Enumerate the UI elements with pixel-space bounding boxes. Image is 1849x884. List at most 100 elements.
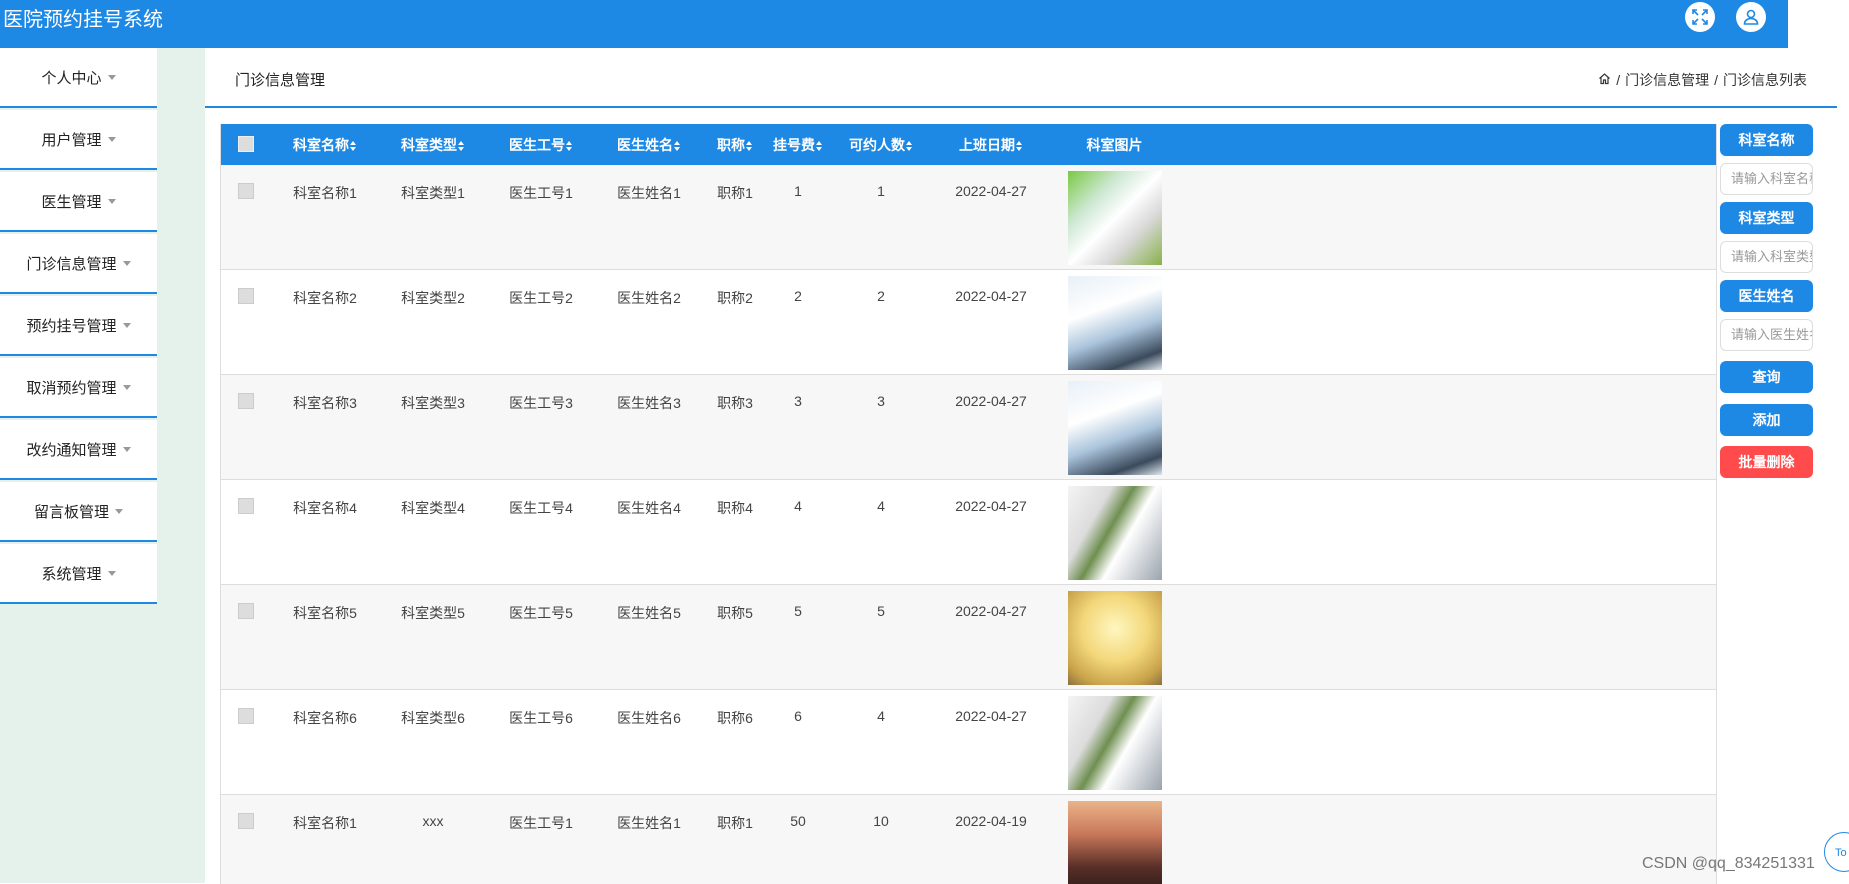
user-icon[interactable] [1736, 2, 1766, 32]
header-doctor-name[interactable]: 医生姓名 [595, 124, 703, 165]
cell-doctor-id: 医生工号4 [487, 480, 595, 585]
row-select-cell[interactable] [221, 270, 271, 375]
dept-name-input[interactable]: 请输入科室名称 [1720, 163, 1813, 195]
cell-spacer [1180, 690, 1716, 795]
cell-title: 职称6 [703, 690, 767, 795]
cell-fee: 50 [767, 795, 829, 884]
cell-dept-type: 科室类型4 [379, 480, 487, 585]
cell-dept-name: 科室名称6 [271, 690, 379, 795]
dept-image[interactable] [1068, 591, 1162, 685]
sort-icon[interactable] [350, 141, 357, 151]
row-checkbox[interactable] [238, 813, 254, 829]
cell-dept-type: 科室类型1 [379, 165, 487, 270]
row-checkbox[interactable] [238, 708, 254, 724]
row-checkbox[interactable] [238, 393, 254, 409]
row-checkbox[interactable] [238, 603, 254, 619]
sidebar-item-doctor-management[interactable]: 医生管理 [0, 172, 157, 232]
cell-work-date: 2022-04-27 [933, 690, 1049, 795]
cell-work-date: 2022-04-27 [933, 480, 1049, 585]
dept-image[interactable] [1068, 801, 1162, 884]
query-button[interactable]: 查询 [1720, 361, 1813, 393]
dept-image[interactable] [1068, 171, 1162, 265]
sidebar-item-cancel-appointment-management[interactable]: 取消预约管理 [0, 358, 157, 418]
cell-doctor-name: 医生姓名2 [595, 270, 703, 375]
cell-dept-name: 科室名称1 [271, 165, 379, 270]
sidebar-item-clinic-info-management[interactable]: 门诊信息管理 [0, 234, 157, 294]
batch-delete-button[interactable]: 批量删除 [1720, 446, 1813, 478]
row-select-cell[interactable] [221, 585, 271, 690]
caret-down-icon [108, 75, 116, 80]
row-select-cell[interactable] [221, 690, 271, 795]
cell-dept-name: 科室名称4 [271, 480, 379, 585]
header-label: 科室图片 [1087, 137, 1143, 153]
caret-down-icon [108, 571, 116, 576]
app-title: 医院预约挂号系统 [3, 8, 163, 32]
header-spacer [1180, 124, 1716, 165]
breadcrumb-separator: / [1616, 72, 1620, 88]
sort-icon[interactable] [1016, 141, 1023, 151]
sort-icon[interactable] [816, 141, 823, 151]
caret-down-icon [123, 447, 131, 452]
top-bar: 医院预约挂号系统 [0, 0, 1788, 48]
header-select-all[interactable] [221, 124, 271, 165]
cell-doctor-name: 医生姓名1 [595, 795, 703, 884]
header-work-date[interactable]: 上班日期 [933, 124, 1049, 165]
cell-doctor-id: 医生工号1 [487, 165, 595, 270]
cell-dept-name: 科室名称5 [271, 585, 379, 690]
cell-spacer [1180, 795, 1716, 884]
dept-image[interactable] [1068, 486, 1162, 580]
cell-doctor-id: 医生工号1 [487, 795, 595, 884]
fullscreen-icon[interactable] [1685, 2, 1715, 32]
sidebar-item-user-management[interactable]: 用户管理 [0, 110, 157, 170]
sort-icon[interactable] [566, 141, 573, 151]
row-select-cell[interactable] [221, 480, 271, 585]
sort-icon[interactable] [746, 141, 753, 151]
cell-dept-image [1049, 480, 1180, 585]
sort-icon[interactable] [674, 141, 681, 151]
add-button[interactable]: 添加 [1720, 404, 1813, 436]
row-checkbox[interactable] [238, 288, 254, 304]
cell-capacity: 4 [829, 480, 933, 585]
header-fee[interactable]: 挂号费 [767, 124, 829, 165]
dept-image[interactable] [1068, 276, 1162, 370]
caret-down-icon [123, 261, 131, 266]
header-dept-type[interactable]: 科室类型 [379, 124, 487, 165]
dept-type-input[interactable]: 请输入科室类型 [1720, 241, 1813, 273]
sidebar-item-system-management[interactable]: 系统管理 [0, 544, 157, 604]
breadcrumb-item-clinic-info-management[interactable]: 门诊信息管理 [1625, 70, 1709, 90]
row-select-cell[interactable] [221, 165, 271, 270]
home-icon[interactable] [1598, 72, 1611, 88]
cell-dept-image [1049, 270, 1180, 375]
sort-icon[interactable] [458, 141, 465, 151]
sidebar-item-reschedule-notice-management[interactable]: 改约通知管理 [0, 420, 157, 480]
header-title[interactable]: 职称 [703, 124, 767, 165]
row-checkbox[interactable] [238, 183, 254, 199]
table-row: 科室名称2科室类型2医生工号2医生姓名2职称2222022-04-27查看修改查… [221, 270, 1716, 375]
sidebar-item-message-board-management[interactable]: 留言板管理 [0, 482, 157, 542]
dept-image[interactable] [1068, 381, 1162, 475]
row-checkbox[interactable] [238, 498, 254, 514]
header-capacity[interactable]: 可约人数 [829, 124, 933, 165]
cell-doctor-id: 医生工号6 [487, 690, 595, 795]
table-header-row: 科室名称 科室类型 医生工号 医生姓名 职称 挂号费 可约人数 上班日期 科室图… [221, 124, 1716, 165]
sidebar-item-label: 预约挂号管理 [26, 315, 116, 336]
dept-image[interactable] [1068, 696, 1162, 790]
sidebar: 个人中心 用户管理 医生管理 门诊信息管理 预约挂号管理 取消预约管理 改约通知… [0, 48, 157, 606]
sidebar-item-label: 系统管理 [41, 563, 101, 584]
cell-fee: 4 [767, 480, 829, 585]
sidebar-item-personal-center[interactable]: 个人中心 [0, 48, 157, 108]
row-select-cell[interactable] [221, 375, 271, 480]
header-dept-name[interactable]: 科室名称 [271, 124, 379, 165]
cell-work-date: 2022-04-27 [933, 585, 1049, 690]
cell-fee: 5 [767, 585, 829, 690]
select-all-checkbox[interactable] [238, 136, 254, 152]
cell-title: 职称1 [703, 795, 767, 884]
doctor-name-input[interactable]: 请输入医生姓名 [1720, 319, 1813, 351]
header-doctor-id[interactable]: 医生工号 [487, 124, 595, 165]
cell-capacity: 10 [829, 795, 933, 884]
sidebar-item-label: 改约通知管理 [26, 439, 116, 460]
sort-icon[interactable] [906, 141, 913, 151]
sidebar-item-appointment-management[interactable]: 预约挂号管理 [0, 296, 157, 356]
sidebar-item-label: 医生管理 [41, 191, 101, 212]
row-select-cell[interactable] [221, 795, 271, 884]
